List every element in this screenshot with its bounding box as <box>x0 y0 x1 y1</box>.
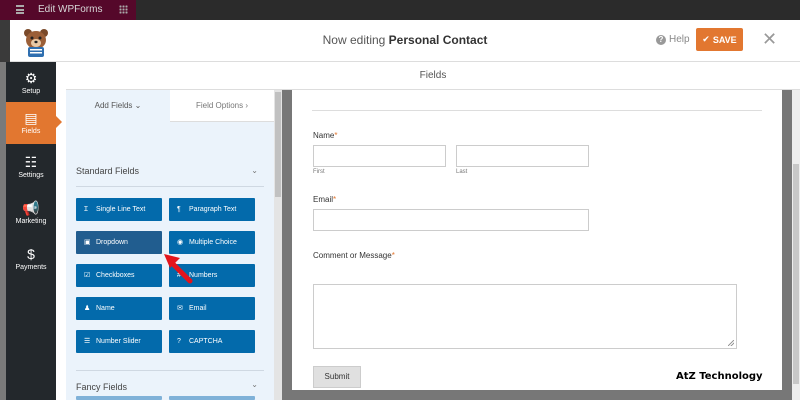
panel-tabs: Add Fields ⌄ Field Options › <box>66 90 274 122</box>
scrollbar-thumb[interactable] <box>793 164 799 384</box>
section-divider <box>76 186 264 187</box>
sidebar-item-label: Fields <box>21 128 41 135</box>
sidebar-item-setup[interactable]: ⚙ Setup <box>6 62 56 102</box>
comment-label-text: Comment or Message <box>313 251 392 260</box>
tab-field-options[interactable]: Field Options › <box>170 90 274 122</box>
sidebar-item-label: Settings <box>18 172 44 179</box>
form-preview: Name* First Last Email* Comment or Messa… <box>282 90 792 400</box>
form-builder-modal: Now editing Personal Contact ? Help ✔ SA… <box>10 20 800 400</box>
close-icon[interactable]: ✕ <box>762 29 777 49</box>
field-button-checkboxes[interactable]: ☑ Checkboxes <box>76 264 162 287</box>
gear-icon: ⚙ <box>24 70 38 86</box>
field-button-dropdown[interactable]: ▣ Dropdown <box>76 231 162 254</box>
panel-scrollbar[interactable] <box>274 90 282 400</box>
email-input[interactable] <box>313 209 589 231</box>
help-label: Help <box>669 34 690 45</box>
envelope-icon: ✉ <box>177 305 183 312</box>
form-canvas: Name* First Last Email* Comment or Messa… <box>292 90 782 390</box>
tab-add-fields[interactable]: Add Fields ⌄ <box>66 90 170 122</box>
email-label-text: Email <box>313 195 334 204</box>
save-label: SAVE <box>712 34 737 45</box>
chevron-down-icon[interactable]: ⌄ <box>251 166 258 175</box>
first-name-input[interactable] <box>313 145 446 167</box>
builder-header: Now editing Personal Contact ? Help ✔ SA… <box>10 20 800 62</box>
submit-button[interactable]: Submit <box>313 366 361 388</box>
form-divider <box>312 110 762 111</box>
required-mark: * <box>334 131 338 140</box>
save-button[interactable]: ✔ SAVE <box>696 28 743 51</box>
comment-field-label[interactable]: Comment or Message* <box>313 251 395 260</box>
sidebar-item-label: Payments <box>15 264 47 271</box>
comment-textarea[interactable] <box>313 284 737 349</box>
red-arrow-icon <box>164 254 193 284</box>
slider-icon: ☰ <box>84 338 91 345</box>
background-tab-title: Edit WPForms <box>38 4 103 15</box>
preview-scrollbar[interactable] <box>792 90 800 400</box>
watermark-text: AtZ Technology <box>676 371 763 382</box>
field-button-label: Dropdown <box>96 239 128 246</box>
field-button-label: Email <box>189 305 207 312</box>
name-field-label[interactable]: Name* <box>313 131 337 140</box>
email-field-label[interactable]: Email* <box>313 195 336 204</box>
help-icon: ? <box>656 34 666 45</box>
check-icon: ✔ <box>702 34 710 44</box>
last-sublabel: Last <box>456 169 468 175</box>
menu-icon <box>16 5 24 14</box>
last-name-input[interactable] <box>456 145 589 167</box>
chevron-down-icon: ⌄ <box>134 101 142 110</box>
fields-toolbar-title: Fields <box>419 70 447 81</box>
title-prefix: Now editing <box>322 33 386 47</box>
field-button-partial <box>76 396 162 400</box>
sidebar-item-fields[interactable]: ▤ Fields <box>6 102 62 144</box>
field-button-single-line-text[interactable]: Ɪ Single Line Text <box>76 198 162 221</box>
field-button-partial <box>169 396 255 400</box>
field-button-captcha[interactable]: ? CAPTCHA <box>169 330 255 353</box>
form-name: Personal Contact <box>388 33 488 47</box>
checkbox-icon: ☑ <box>84 272 91 279</box>
field-button-label: Name <box>96 305 115 312</box>
dollar-icon: $ <box>27 246 35 262</box>
field-button-label: CAPTCHA <box>189 338 223 345</box>
fields-toolbar: Fields <box>66 62 800 90</box>
help-link[interactable]: ? Help <box>656 34 690 45</box>
sidebar-item-label: Setup <box>21 88 41 95</box>
list-icon: ▤ <box>24 110 38 126</box>
field-button-name[interactable]: ♟ Name <box>76 297 162 320</box>
sliders-icon: ☷ <box>24 154 38 170</box>
tab-field-options-label: Field Options <box>195 101 244 110</box>
field-button-label: Number Slider <box>96 338 141 345</box>
field-button-number-slider[interactable]: ☰ Number Slider <box>76 330 162 353</box>
field-button-paragraph-text[interactable]: ¶ Paragraph Text <box>169 198 255 221</box>
chevron-right-icon: › <box>245 101 249 110</box>
user-icon: ♟ <box>84 305 91 312</box>
builder-sidebar: ⚙ Setup ▤ Fields ☷ Settings 📢 Marketing … <box>6 62 62 400</box>
field-button-email[interactable]: ✉ Email <box>169 297 255 320</box>
sidebar-item-label: Marketing <box>15 218 47 225</box>
scrollbar-thumb[interactable] <box>275 92 281 197</box>
standard-fields-title[interactable]: Standard Fields <box>76 166 139 176</box>
background-tab: Edit WPForms <box>0 0 136 20</box>
name-label-text: Name <box>313 131 335 140</box>
text-cursor-icon: Ɪ <box>84 206 88 213</box>
chevron-down-icon[interactable]: ⌄ <box>251 380 258 389</box>
resize-grip-icon[interactable] <box>728 340 734 346</box>
field-button-label: Checkboxes <box>96 272 135 279</box>
field-button-label: Paragraph Text <box>189 206 237 213</box>
sidebar-item-settings[interactable]: ☷ Settings <box>6 146 56 186</box>
dropdown-icon: ▣ <box>84 239 91 246</box>
question-icon: ? <box>177 338 181 345</box>
paragraph-icon: ¶ <box>177 206 181 213</box>
megaphone-icon: 📢 <box>22 200 40 216</box>
required-mark: * <box>391 251 395 260</box>
tab-add-fields-label: Add Fields <box>94 101 133 110</box>
first-sublabel: First <box>313 169 325 175</box>
field-button-label: Single Line Text <box>96 206 146 213</box>
grid-icon <box>119 5 128 14</box>
required-mark: * <box>333 195 337 204</box>
fancy-fields-title[interactable]: Fancy Fields <box>76 382 127 392</box>
sidebar-item-marketing[interactable]: 📢 Marketing <box>6 192 56 232</box>
section-divider <box>76 370 264 371</box>
sidebar-item-payments[interactable]: $ Payments <box>6 238 56 278</box>
